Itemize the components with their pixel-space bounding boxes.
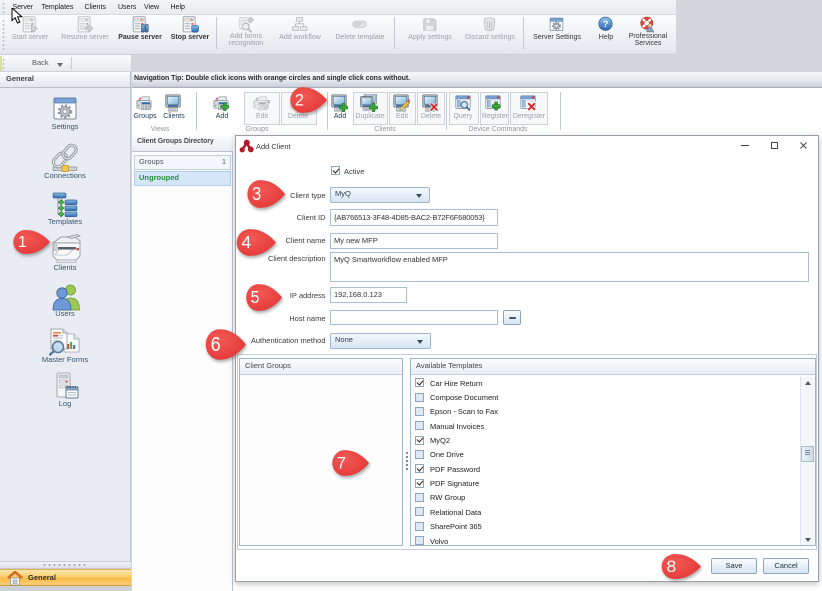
svg-text:7: 7: [337, 453, 346, 472]
svg-text:3: 3: [252, 183, 261, 204]
svg-text:2: 2: [295, 90, 304, 109]
svg-text:6: 6: [211, 334, 221, 356]
svg-text:4: 4: [241, 232, 251, 252]
svg-text:1: 1: [18, 234, 27, 251]
svg-text:8: 8: [666, 557, 676, 575]
svg-text:5: 5: [251, 287, 260, 307]
svg-text:?: ?: [603, 19, 609, 29]
